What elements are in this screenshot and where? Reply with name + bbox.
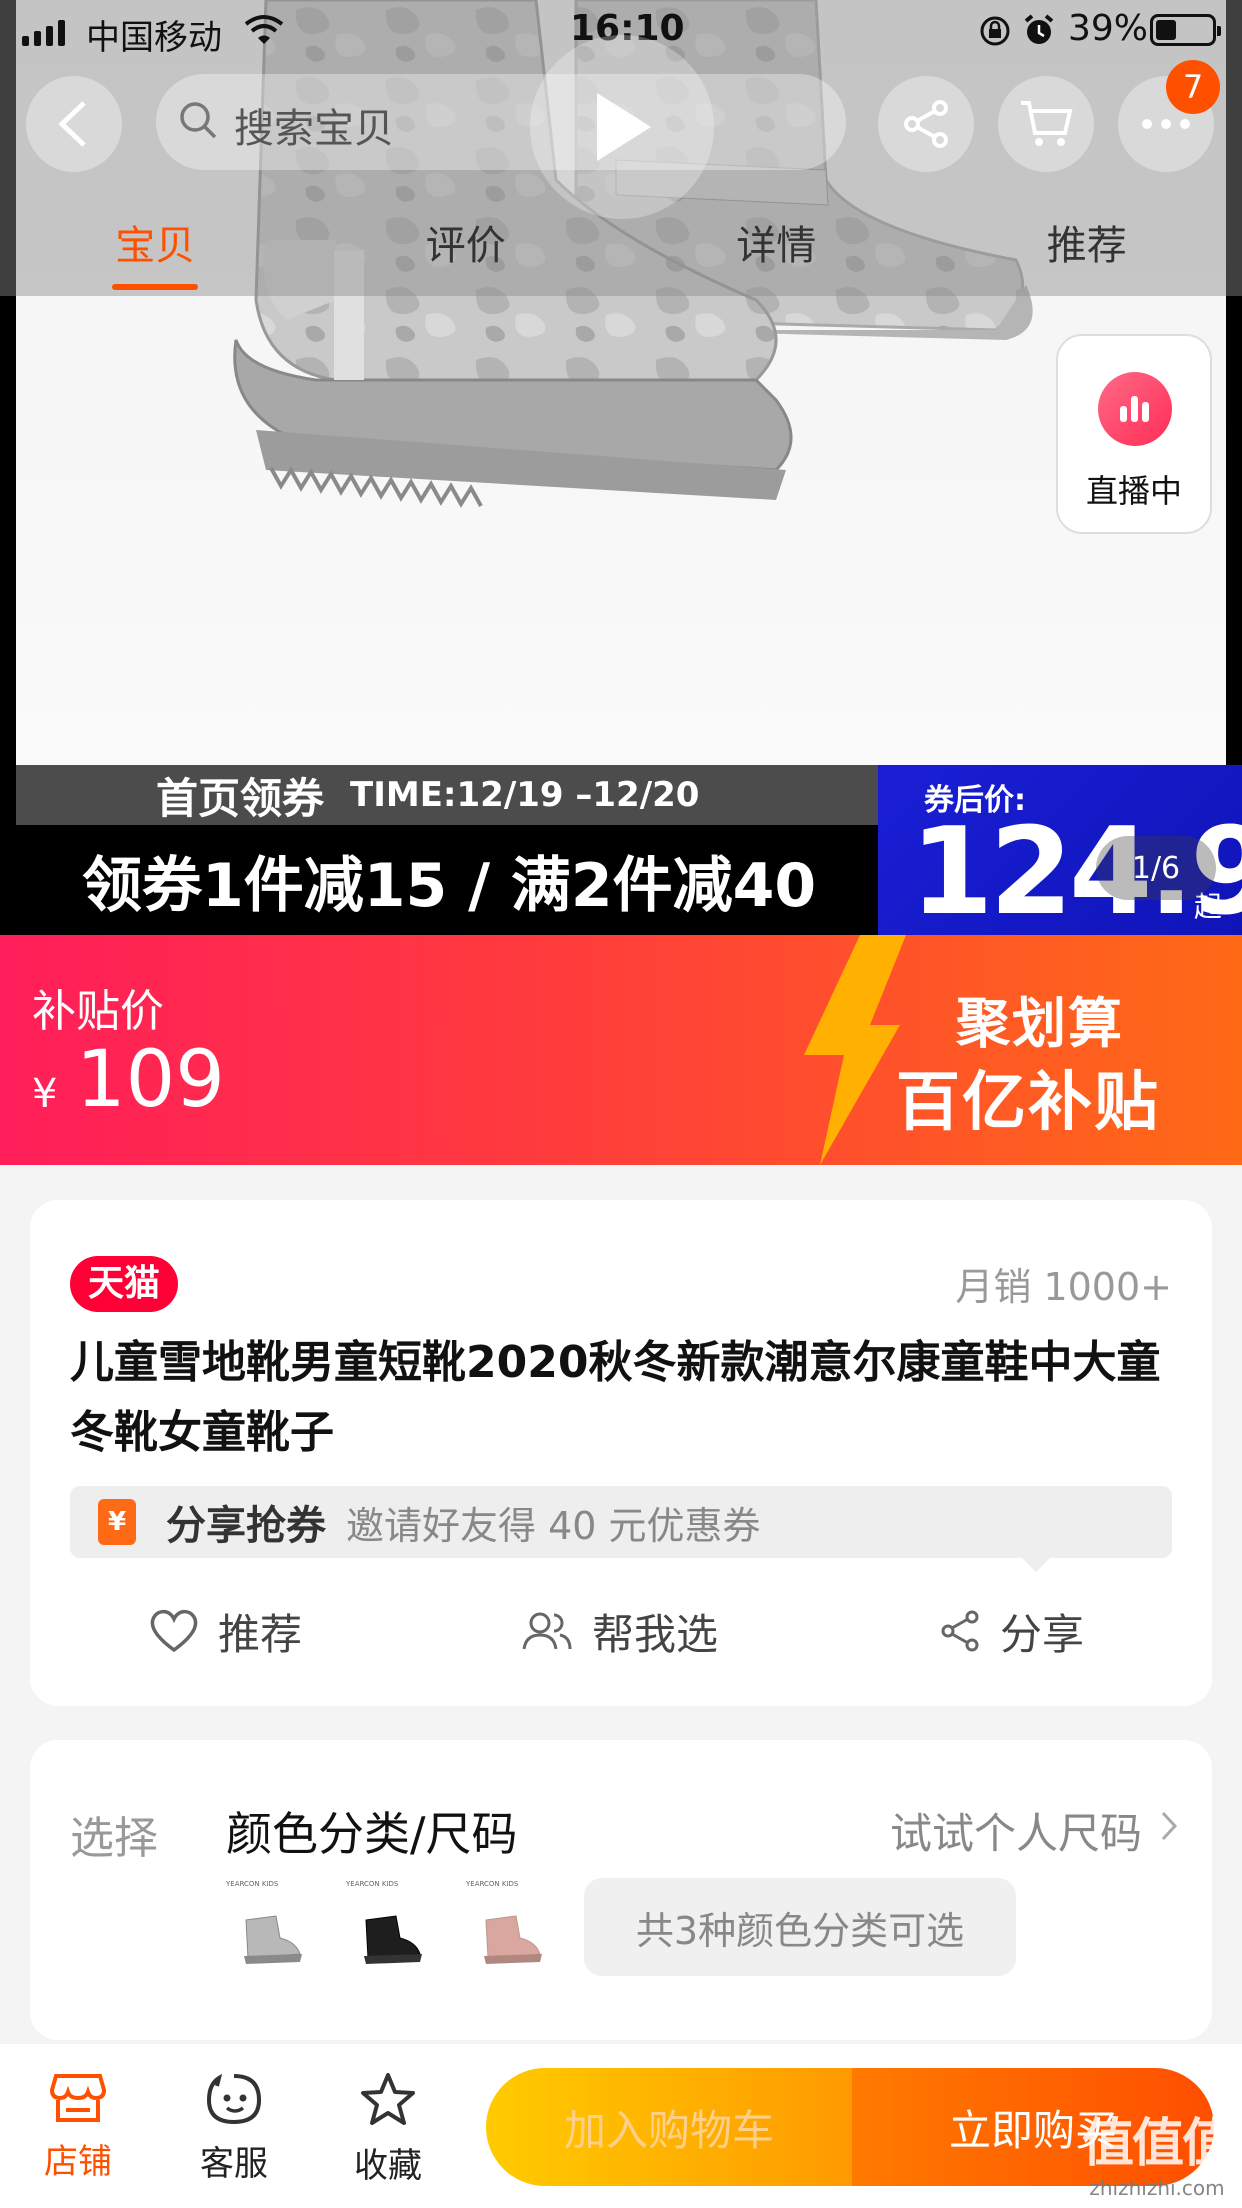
help-choose-label: 帮我选 (592, 1609, 719, 1659)
share-coupon-desc: 邀请好友得 40 元优惠券 (346, 1503, 761, 1548)
tab-reviews[interactable]: 评价 (311, 210, 622, 290)
rotation-lock-icon (980, 16, 1010, 46)
share-icon (904, 100, 948, 148)
search-icon (180, 102, 217, 139)
promo-deal: 领券1件减15 / 满2件减40 (0, 825, 878, 935)
color-thumbnail-pink[interactable]: YEARCON KIDS (466, 1880, 558, 1972)
store-label: 店铺 (44, 2142, 112, 2182)
promo-time: TIME:12/19 –12/20 (350, 775, 700, 815)
tab-recommend[interactable]: 推荐 (932, 210, 1242, 290)
watermark-sub: zhizhizhi.com (1089, 2176, 1225, 2200)
sku-select-card[interactable]: 选择 颜色分类/尺码 试试个人尺码 YEARCON KIDS YEARCON K… (30, 1740, 1212, 2040)
add-to-cart-button[interactable]: 加入购物车 (486, 2068, 852, 2186)
carrier-name: 中国移动 (86, 18, 222, 58)
customer-service-icon (206, 2073, 262, 2125)
subsidy-price: 109 (76, 1035, 225, 1125)
chevron-right-icon (1161, 1811, 1178, 1841)
monthly-sales: 月销 1000+ (955, 1265, 1172, 1309)
boot-thumbnail-image (484, 1915, 542, 1964)
select-label: 选择 (70, 1813, 158, 1864)
cart-button[interactable] (998, 76, 1094, 172)
site-watermark: 值值值 zhizhizhi.com (1081, 2101, 1234, 2200)
thumb-brand: YEARCON KIDS (346, 1880, 399, 1888)
store-icon (50, 2074, 106, 2122)
select-value: 颜色分类/尺码 (226, 1807, 518, 1861)
promo-title: 首页领券 (156, 773, 325, 823)
share-label: 分享 (1000, 1609, 1085, 1659)
coupon-promo-banner[interactable]: 首页领券 TIME:12/19 –12/20 领券1件减15 / 满2件减40 … (0, 765, 1242, 935)
boot-thumbnail-image (364, 1915, 422, 1964)
customer-service-button[interactable]: 客服 (174, 2072, 294, 2185)
wifi-icon (244, 15, 284, 44)
lightning-icon (804, 935, 906, 1165)
watermark-main: 值值值 (1081, 2114, 1234, 2174)
star-icon (361, 2073, 415, 2125)
share-product-button[interactable]: 分享 (938, 1596, 1084, 1666)
bubble-tail (1020, 1556, 1052, 1572)
thumb-brand: YEARCON KIDS (226, 1880, 279, 1888)
tab-details[interactable]: 详情 (621, 210, 932, 290)
search-input[interactable]: 搜索宝贝 (156, 74, 846, 170)
live-icon (1098, 372, 1172, 446)
live-stream-button[interactable]: 直播中 (1056, 334, 1212, 534)
favorite-button[interactable]: 收藏 (328, 2072, 448, 2187)
alarm-icon (1024, 14, 1054, 44)
message-count-badge: 7 (1166, 60, 1220, 114)
juhuasuan-subtitle: 百亿补贴 (896, 1066, 1160, 1140)
gallery-page-indicator: 1/6 (1096, 836, 1216, 900)
heart-icon (150, 1609, 198, 1653)
share-icon (941, 1610, 979, 1652)
recommend-label: 推荐 (218, 1609, 303, 1659)
subsidy-currency: ¥ (32, 1071, 58, 1117)
color-count-chip[interactable]: 共3种颜色分类可选 (584, 1878, 1016, 1976)
recommend-button[interactable]: 推荐 (148, 1596, 302, 1666)
personal-size-link[interactable]: 试试个人尺码 (890, 1800, 1142, 1861)
share-coupon-title: 分享抢券 (166, 1503, 326, 1549)
product-title: 儿童雪地靴男童短靴2020秋冬新款潮意尔康童鞋中大童冬靴女童靴子 (70, 1337, 1161, 1458)
more-icon (1142, 119, 1190, 129)
share-coupon-bar[interactable]: ¥ 分享抢券 邀请好友得 40 元优惠券 (70, 1486, 1172, 1558)
product-info-card: 天猫 月销 1000+ 儿童雪地靴男童短靴2020秋冬新款潮意尔康童鞋中大童冬靴… (30, 1200, 1212, 1706)
search-placeholder: 搜索宝贝 (234, 106, 394, 152)
subsidy-label: 补贴价 (32, 986, 164, 1037)
signal-icon (22, 18, 65, 46)
coupon-icon: ¥ (98, 1499, 136, 1545)
back-button[interactable] (26, 76, 122, 172)
battery-percent: 39% (1068, 8, 1149, 49)
favorite-label: 收藏 (354, 2146, 422, 2186)
battery-icon (1150, 14, 1221, 46)
color-thumbnail-black[interactable]: YEARCON KIDS (346, 1880, 438, 1972)
cart-icon (1021, 101, 1073, 146)
bottom-action-bar: 店铺 客服 收藏 加入购物车 立即购买 值值值 zhizhizhi.com (0, 2044, 1242, 2208)
play-video-button[interactable] (530, 35, 714, 219)
people-icon (522, 1612, 572, 1650)
tab-item[interactable]: 宝贝 (0, 210, 311, 290)
boot-thumbnail-image (244, 1915, 302, 1964)
chevron-left-icon (58, 101, 86, 147)
share-button[interactable] (878, 76, 974, 172)
detail-tabs: 宝贝 评价 详情 推荐 (0, 210, 1242, 290)
play-icon (597, 93, 651, 161)
juhuasuan-title: 聚划算 (956, 992, 1124, 1055)
subsidy-price-banner: 补贴价 ¥ 109 聚划算 百亿补贴 (0, 935, 1242, 1165)
thumb-brand: YEARCON KIDS (466, 1880, 519, 1888)
store-button[interactable]: 店铺 (18, 2072, 138, 2183)
live-label: 直播中 (1085, 472, 1182, 510)
help-choose-button[interactable]: 帮我选 (520, 1596, 718, 1666)
color-thumbnail-silver[interactable]: YEARCON KIDS (226, 1880, 318, 1972)
promo-header: 首页领券 TIME:12/19 –12/20 (16, 765, 878, 825)
service-label: 客服 (200, 2144, 268, 2184)
tmall-badge: 天猫 (70, 1256, 179, 1312)
